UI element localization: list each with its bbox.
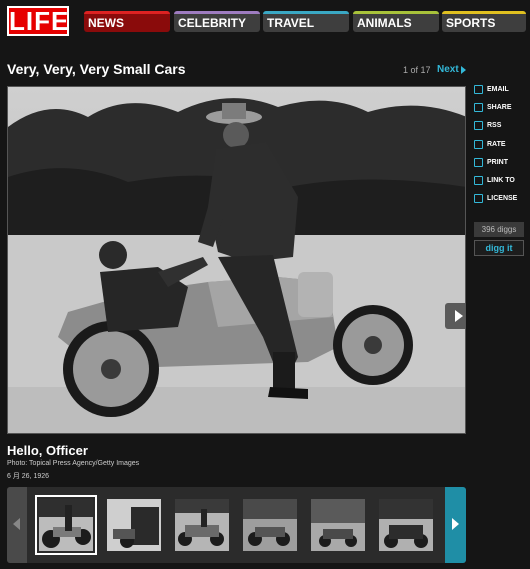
main-photo[interactable] [7, 86, 466, 434]
filmstrip-thumbnail[interactable] [107, 499, 161, 551]
share-rss[interactable]: RSS [474, 120, 501, 134]
filmstrip-thumbnail[interactable] [35, 495, 97, 555]
next-link[interactable]: Next [437, 64, 459, 75]
share-share[interactable]: SHARE [474, 102, 512, 116]
filmstrip-thumbnail[interactable] [379, 499, 433, 551]
rss-icon [474, 120, 483, 130]
thumbnail-image [379, 499, 433, 551]
nav-tab-sports[interactable]: SPORTS [442, 11, 526, 32]
thumbnail-image [175, 499, 229, 551]
thumbnail-image [107, 499, 161, 551]
share-license[interactable]: LICENSE [474, 193, 517, 207]
share-share-label: SHARE [487, 104, 512, 111]
nav-tab-celebrity[interactable]: CELEBRITY [174, 11, 260, 32]
photo-caption-title: Hello, Officer [7, 443, 88, 458]
thumbnail-image [39, 499, 93, 551]
filmstrip-thumbnail[interactable] [243, 499, 297, 551]
chevron-right-icon [452, 518, 459, 530]
filmstrip-next-button[interactable] [445, 487, 466, 563]
share-rate[interactable]: RATE [474, 139, 506, 153]
photo-next-arrow-icon [455, 310, 463, 322]
share-email-label: EMAIL [487, 86, 509, 93]
thumbnail-image [311, 499, 365, 551]
nav-tab-travel[interactable]: TRAVEL [263, 11, 349, 32]
envelope-icon [474, 84, 483, 94]
share-email[interactable]: EMAIL [474, 84, 509, 98]
share-print[interactable]: PRINT [474, 157, 508, 171]
main-photo-image [8, 87, 465, 433]
nav-tab-animals[interactable]: ANIMALS [353, 11, 439, 32]
link-icon [474, 175, 483, 185]
filmstrip-thumbnail[interactable] [175, 499, 229, 551]
share-rss-label: RSS [487, 122, 502, 129]
photo-credit: Photo: Topical Press Agency/Getty Images [7, 460, 140, 467]
plus-icon [474, 102, 483, 112]
license-icon [474, 193, 483, 203]
diggs-count: 396 diggs [474, 222, 524, 237]
share-link-to-label: LINK TO [487, 177, 515, 184]
filmstrip-thumbnail[interactable] [311, 499, 365, 551]
share-license-label: LICENSE [487, 195, 518, 202]
nav-tab-news[interactable]: NEWS [84, 11, 170, 32]
printer-icon [474, 157, 483, 167]
thumbnail-image [243, 499, 297, 551]
photo-next-button[interactable] [445, 303, 465, 329]
share-rate-label: RATE [487, 141, 506, 148]
gallery-title: Very, Very, Very Small Cars [7, 61, 186, 77]
thumb-icon [474, 139, 483, 149]
filmstrip-prev-button[interactable] [7, 487, 27, 563]
life-logo[interactable]: LIFE [7, 6, 69, 36]
photo-date: 6 月 26, 1926 [7, 473, 50, 480]
photo-counter: 1 of 17 [403, 65, 431, 75]
chevron-left-icon [13, 518, 20, 530]
digg-it-button[interactable]: digg it [474, 240, 524, 256]
share-print-label: PRINT [487, 159, 508, 166]
next-arrow-icon[interactable] [461, 66, 466, 74]
share-link-to[interactable]: LINK TO [474, 175, 515, 189]
